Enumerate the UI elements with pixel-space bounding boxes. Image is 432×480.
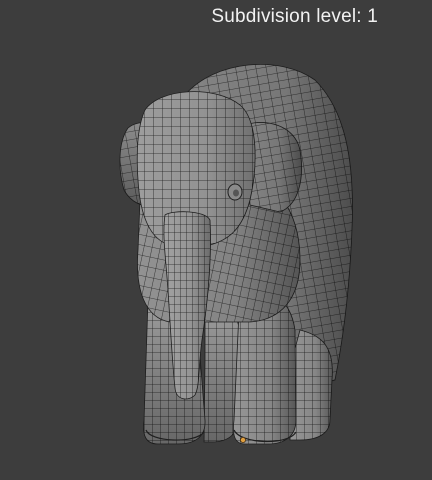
object-origin-marker[interactable] [239,436,246,443]
3d-viewport[interactable]: Subdivision level: 1 [0,0,432,480]
elephant-mesh[interactable] [0,0,432,480]
